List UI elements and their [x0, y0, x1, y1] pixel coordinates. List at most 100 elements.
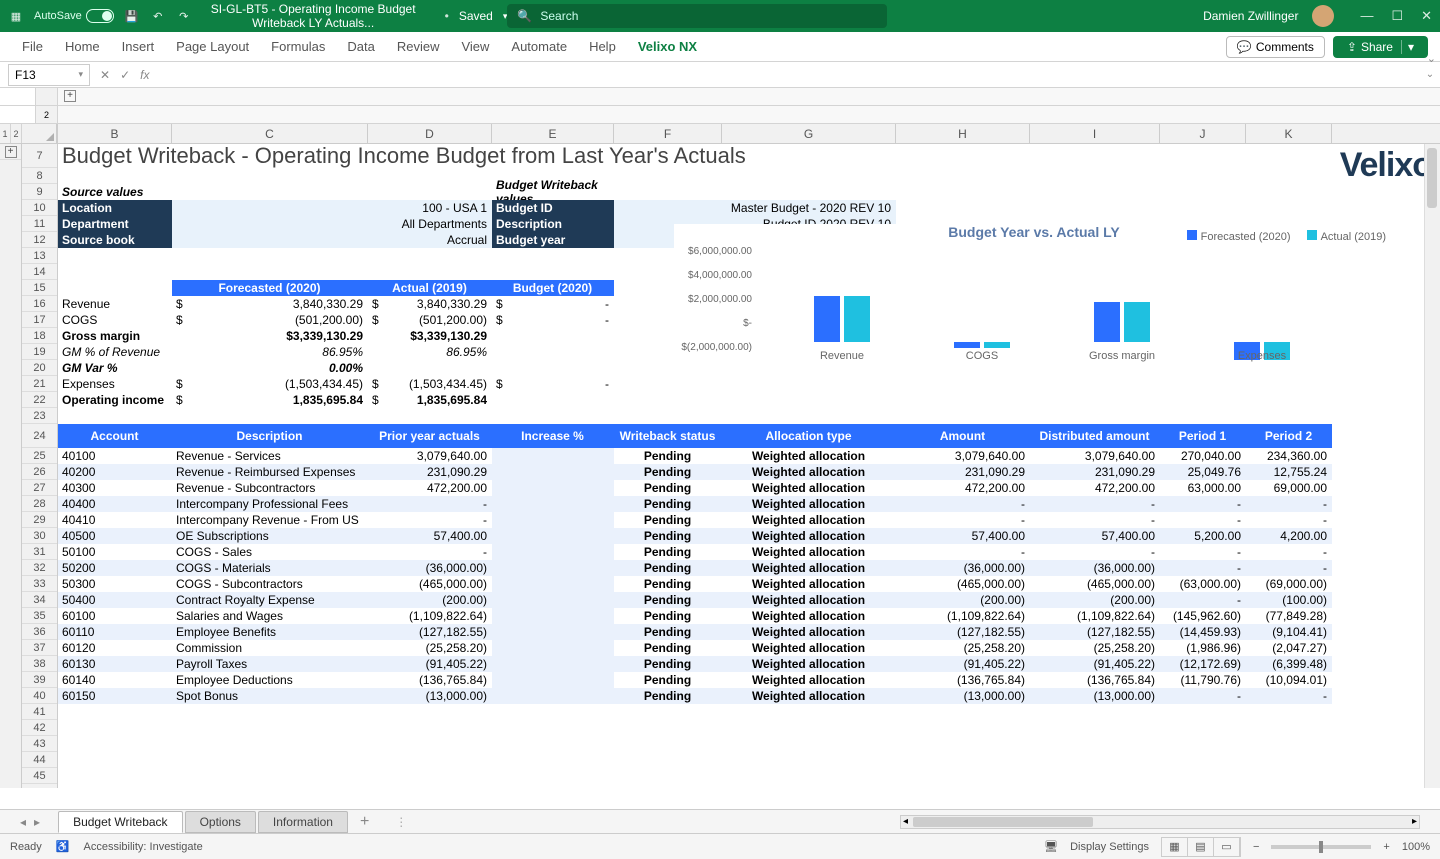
avatar[interactable] — [1312, 5, 1334, 27]
ribbon-tab-review[interactable]: Review — [387, 33, 450, 60]
cell[interactable]: Revenue - Subcontractors — [172, 480, 368, 496]
cell[interactable]: (6,399.48) — [1246, 656, 1332, 672]
col-header-J[interactable]: J — [1160, 124, 1246, 143]
redo-icon[interactable]: ↷ — [176, 8, 192, 24]
cell[interactable]: (25,258.20) — [896, 640, 1030, 656]
scrollbar-thumb[interactable] — [913, 817, 1093, 827]
cell[interactable]: (14,459.93) — [1160, 624, 1246, 640]
cell[interactable]: Budget Writeback values — [492, 184, 614, 200]
cell[interactable] — [492, 672, 614, 688]
filename[interactable]: SI-GL-BT5 - Operating Income Budget Writ… — [192, 2, 435, 30]
row-header-16[interactable]: 16 — [22, 296, 57, 312]
cell[interactable]: 3,079,640.00 — [1030, 448, 1160, 464]
cell[interactable]: - — [1160, 496, 1246, 512]
cell[interactable]: (13,000.00) — [1030, 688, 1160, 704]
cell[interactable] — [492, 592, 614, 608]
row-header-37[interactable]: 37 — [22, 640, 57, 656]
cell[interactable]: 231,090.29 — [368, 464, 492, 480]
cell[interactable]: - — [1246, 512, 1332, 528]
cell[interactable]: Weighted allocation — [722, 672, 896, 688]
fx-icon[interactable]: fx — [140, 68, 149, 82]
cell[interactable]: (145,962.60) — [1160, 608, 1246, 624]
cell[interactable] — [492, 464, 614, 480]
cell[interactable]: (1,109,822.64) — [1030, 608, 1160, 624]
tab-nav-prev[interactable]: ◂ — [20, 815, 26, 829]
row-header-36[interactable]: 36 — [22, 624, 57, 640]
cell[interactable]: 86.95% — [172, 344, 368, 360]
row-header-39[interactable]: 39 — [22, 672, 57, 688]
cell[interactable]: Expenses — [58, 376, 172, 392]
cell[interactable]: 40200 — [58, 464, 172, 480]
row-header-43[interactable]: 43 — [22, 736, 57, 752]
row-header-18[interactable]: 18 — [22, 328, 57, 344]
cell[interactable]: - — [1160, 512, 1246, 528]
row-header-19[interactable]: 19 — [22, 344, 57, 360]
cell[interactable]: Employee Deductions — [172, 672, 368, 688]
username[interactable]: Damien Zwillinger — [1203, 9, 1298, 23]
cell[interactable]: $3,339,130.29 — [368, 328, 492, 344]
cell[interactable]: Actual (2019) — [368, 280, 492, 296]
cell[interactable]: 60130 — [58, 656, 172, 672]
sheet-tab-active[interactable]: Budget Writeback — [58, 811, 183, 833]
row-header-35[interactable]: 35 — [22, 608, 57, 624]
toggle-switch[interactable] — [86, 9, 114, 23]
cell[interactable]: Employee Benefits — [172, 624, 368, 640]
cell[interactable]: (13,000.00) — [896, 688, 1030, 704]
cell[interactable]: Pending — [614, 640, 722, 656]
cell[interactable]: - — [1160, 560, 1246, 576]
cell[interactable]: - — [492, 312, 614, 328]
ribbon-tab-insert[interactable]: Insert — [112, 33, 165, 60]
cell[interactable]: 231,090.29 — [896, 464, 1030, 480]
ribbon-tab-page-layout[interactable]: Page Layout — [166, 33, 259, 60]
cell[interactable] — [492, 448, 614, 464]
cell[interactable]: Master Budget - 2020 REV 10 — [614, 200, 896, 216]
cell[interactable]: 3,079,640.00 — [368, 448, 492, 464]
cell[interactable]: (63,000.00) — [1160, 576, 1246, 592]
cell[interactable]: - — [368, 496, 492, 512]
horizontal-scrollbar[interactable]: ◂▸ — [900, 815, 1420, 829]
row-header-28[interactable]: 28 — [22, 496, 57, 512]
cell[interactable]: (13,000.00) — [368, 688, 492, 704]
scrollbar-thumb[interactable] — [1427, 148, 1437, 208]
cell[interactable]: Pending — [614, 608, 722, 624]
save-icon[interactable]: 💾 — [124, 8, 140, 24]
cell[interactable] — [492, 656, 614, 672]
cell[interactable]: (91,405.22) — [896, 656, 1030, 672]
cell[interactable]: Gross margin — [58, 328, 172, 344]
cell[interactable]: Revenue — [58, 296, 172, 312]
ribbon-tab-formulas[interactable]: Formulas — [261, 33, 335, 60]
cell[interactable]: 472,200.00 — [368, 480, 492, 496]
tab-nav-next[interactable]: ▸ — [34, 815, 40, 829]
row-outline-level-1[interactable]: 1 — [0, 124, 11, 143]
cell[interactable]: - — [896, 544, 1030, 560]
cell[interactable]: (91,405.22) — [1030, 656, 1160, 672]
cell[interactable]: - — [896, 512, 1030, 528]
ribbon-tab-automate[interactable]: Automate — [501, 33, 577, 60]
col-header-D[interactable]: D — [368, 124, 492, 143]
cell[interactable]: Pending — [614, 512, 722, 528]
cell[interactable]: COGS - Sales — [172, 544, 368, 560]
cell[interactable]: 50100 — [58, 544, 172, 560]
row-header-23[interactable]: 23 — [22, 408, 57, 424]
name-box[interactable]: F13▾ — [8, 64, 90, 86]
cell[interactable]: 60100 — [58, 608, 172, 624]
cell[interactable]: 60150 — [58, 688, 172, 704]
cell[interactable]: 57,400.00 — [1030, 528, 1160, 544]
cell[interactable]: (12,172.69) — [1160, 656, 1246, 672]
cell[interactable]: Account — [58, 424, 172, 448]
cell[interactable]: 12,755.24 — [1246, 464, 1332, 480]
normal-view-icon[interactable]: ▦ — [1162, 838, 1188, 856]
ribbon-tab-help[interactable]: Help — [579, 33, 626, 60]
col-header-K[interactable]: K — [1246, 124, 1332, 143]
cell[interactable]: Source book — [58, 232, 172, 248]
cell[interactable]: Budget year — [492, 232, 614, 248]
cell[interactable]: 25,049.76 — [1160, 464, 1246, 480]
zoom-in[interactable]: + — [1383, 841, 1389, 853]
cell[interactable]: Weighted allocation — [722, 608, 896, 624]
row-header-13[interactable]: 13 — [22, 248, 57, 264]
cell[interactable]: (501,200.00) — [172, 312, 368, 328]
cell[interactable]: GM Var % — [58, 360, 172, 376]
row-header-41[interactable]: 41 — [22, 704, 57, 720]
cell[interactable]: (1,503,434.45) — [172, 376, 368, 392]
cell[interactable]: Description — [492, 216, 614, 232]
